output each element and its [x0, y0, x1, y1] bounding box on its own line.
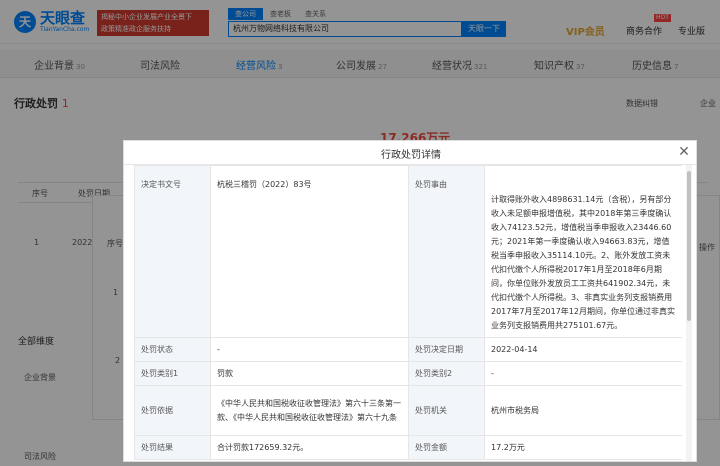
value-penalty-type-2: - — [484, 361, 682, 386]
label-penalty-reason: 处罚事由 — [408, 165, 485, 338]
label-decision-number: 决定书文号 — [134, 165, 211, 338]
scroll-thumb[interactable] — [687, 171, 691, 321]
label-penalty-basis: 处罚依据 — [134, 385, 211, 436]
table-row: 处罚状态 - 处罚决定日期 2022-04-14 — [134, 337, 682, 362]
label-penalty-type-1: 处罚类别1 — [134, 361, 211, 386]
label-penalty-type-2: 处罚类别2 — [408, 361, 485, 386]
label-penalty-authority: 处罚机关 — [408, 385, 485, 436]
modal-scrollbar[interactable] — [686, 165, 692, 461]
table-row: 处罚依据 《中华人民共和国税收征收管理法》第六十三条第一款、《中华人民共和国税收… — [134, 385, 682, 436]
value-penalty-amount: 17.2万元 — [484, 435, 682, 460]
value-penalty-reason: 计取得账外收入4898631.14元（含税），另有部分收入未足额申报增值税，其中… — [484, 165, 682, 338]
value-decision-date: 2022-04-14 — [484, 337, 682, 362]
value-penalty-result: 合计罚款172659.32元。 — [210, 435, 409, 460]
close-icon[interactable]: ✕ — [676, 144, 692, 160]
penalty-detail-modal: 行政处罚详情 ✕ 决定书文号 杭税三稽罚（2022）83号 处罚事由 计取得账外… — [123, 140, 697, 462]
modal-header: 行政处罚详情 ✕ — [124, 141, 696, 165]
value-penalty-status: - — [210, 337, 409, 362]
value-penalty-authority: 杭州市税务局 — [484, 385, 682, 436]
value-penalty-basis: 《中华人民共和国税收征收管理法》第六十三条第一款、《中华人民共和国税收征收管理法… — [210, 385, 409, 436]
table-row: 处罚结果 合计罚款172659.32元。 处罚金额 17.2万元 — [134, 435, 682, 460]
table-row: 处罚类别1 罚款 处罚类别2 - — [134, 361, 682, 386]
table-row: 决定书文号 杭税三稽罚（2022）83号 处罚事由 计取得账外收入4898631… — [134, 165, 682, 338]
label-penalty-status: 处罚状态 — [134, 337, 211, 362]
label-decision-date: 处罚决定日期 — [408, 337, 485, 362]
value-penalty-type-1: 罚款 — [210, 361, 409, 386]
modal-body[interactable]: 决定书文号 杭税三稽罚（2022）83号 处罚事由 计取得账外收入4898631… — [134, 165, 682, 461]
detail-table: 决定书文号 杭税三稽罚（2022）83号 处罚事由 计取得账外收入4898631… — [134, 165, 682, 460]
label-penalty-amount: 处罚金额 — [408, 435, 485, 460]
label-penalty-result: 处罚结果 — [134, 435, 211, 460]
value-decision-number: 杭税三稽罚（2022）83号 — [210, 165, 409, 338]
modal-title: 行政处罚详情 — [381, 150, 441, 161]
